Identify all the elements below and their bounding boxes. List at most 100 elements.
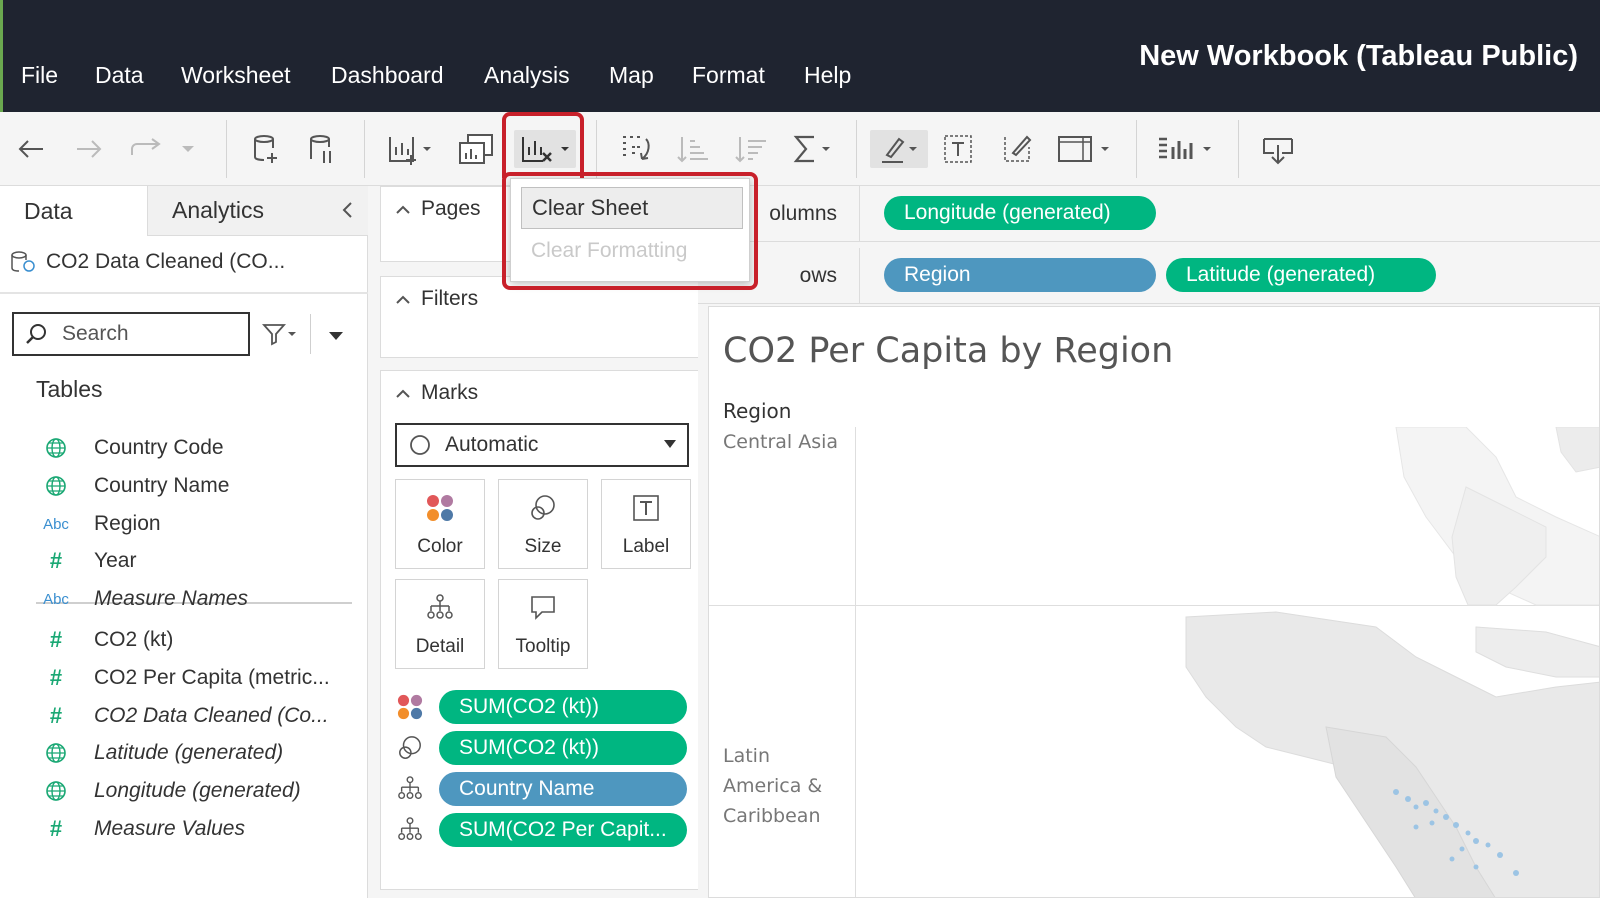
redo-button[interactable] [126, 130, 166, 168]
toolbar-separator [1136, 120, 1137, 178]
rows-shelf[interactable]: ows Region Latitude (generated) [698, 248, 1600, 304]
field-item[interactable]: # Year [36, 543, 356, 579]
field-item[interactable]: # CO2 (kt) [36, 622, 356, 658]
marks-label: Marks [421, 381, 479, 404]
back-button[interactable] [14, 130, 48, 168]
menu-file[interactable]: File [21, 62, 58, 89]
mark-field-row[interactable]: SUM(CO2 (kt)) [393, 730, 693, 766]
new-worksheet-button[interactable] [386, 130, 434, 168]
field-item[interactable]: Latitude (generated) [36, 735, 356, 771]
rows-pill-region[interactable]: Region [884, 258, 1156, 292]
menu-analysis[interactable]: Analysis [484, 62, 570, 89]
label-icon [633, 495, 659, 521]
mark-pill-detail-2[interactable]: SUM(CO2 Per Capit... [439, 813, 687, 847]
fit-view-button[interactable] [1054, 130, 1114, 168]
mark-type-select[interactable]: Automatic [395, 423, 689, 467]
detail-icon [398, 776, 422, 799]
duplicate-sheet-button[interactable] [456, 130, 496, 168]
size-button[interactable]: Size [498, 479, 588, 569]
map-view[interactable] [856, 427, 1600, 898]
field-item[interactable]: Country Name [36, 468, 356, 504]
field-item[interactable]: Abc Measure Names [36, 581, 356, 617]
mark-field-row[interactable]: SUM(CO2 Per Capit... [393, 812, 693, 848]
data-pane: Data Analytics CO2 Data Cleaned (CO... S… [0, 186, 368, 898]
toolbar-separator [1238, 120, 1239, 178]
history-dropdown-icon [182, 146, 194, 152]
abc-glyph: Abc [43, 590, 69, 608]
redo-icon [131, 138, 161, 155]
filter-fields-icon[interactable] [262, 322, 298, 346]
pages-header[interactable]: Pages [395, 197, 481, 221]
field-item[interactable]: Country Code [36, 430, 356, 466]
globe-icon [36, 437, 76, 459]
viz-title: CO2 Per Capita by Region [723, 331, 1174, 371]
field-name: Measure Values [94, 817, 245, 840]
chevron-down-icon [664, 440, 676, 448]
color-icon [397, 694, 423, 720]
show-me-icon [1159, 137, 1211, 159]
abc-glyph: Abc [43, 515, 69, 533]
field-item[interactable]: # CO2 Per Capita (metric... [36, 660, 356, 696]
field-item[interactable]: # Measure Values [36, 811, 356, 847]
tab-analytics[interactable]: Analytics [148, 186, 368, 236]
collapse-pane-icon[interactable] [340, 200, 354, 220]
sort-descending-button[interactable] [732, 130, 772, 168]
swap-rows-columns-button[interactable] [616, 130, 656, 168]
totals-button[interactable] [790, 130, 836, 168]
label-button[interactable]: Label [601, 479, 691, 569]
field-item[interactable]: Abc Region [36, 506, 356, 542]
filters-header[interactable]: Filters [395, 287, 478, 311]
mark-pill-detail[interactable]: Country Name [439, 772, 687, 806]
format-workbook-button[interactable] [998, 130, 1038, 168]
field-item[interactable]: Longitude (generated) [36, 773, 356, 809]
search-icon [26, 324, 46, 344]
back-icon [18, 140, 43, 158]
mark-pill-size[interactable]: SUM(CO2 (kt)) [439, 731, 687, 765]
tooltip-button[interactable]: Tooltip [498, 579, 588, 669]
color-icon [427, 495, 453, 521]
color-button[interactable]: Color [395, 479, 485, 569]
show-me-button[interactable] [1154, 130, 1218, 168]
rows-pill-latitude[interactable]: Latitude (generated) [1166, 258, 1436, 292]
show-labels-button[interactable] [940, 130, 976, 168]
columns-shelf[interactable]: olumns Longitude (generated) [698, 186, 1600, 242]
hash-icon: # [36, 665, 76, 691]
pause-updates-button[interactable] [304, 130, 340, 168]
hash-icon: # [36, 816, 76, 842]
new-worksheet-icon [389, 137, 431, 165]
menu-data[interactable]: Data [95, 62, 144, 89]
new-datasource-button[interactable] [248, 130, 284, 168]
history-dropdown[interactable] [178, 130, 198, 168]
forward-button[interactable] [72, 130, 106, 168]
menu-help[interactable]: Help [804, 62, 851, 89]
search-input[interactable]: Search [12, 312, 250, 356]
marks-header[interactable]: Marks [395, 381, 478, 405]
mark-field-row[interactable]: Country Name [393, 771, 693, 807]
menu-worksheet[interactable]: Worksheet [181, 62, 291, 89]
mark-pill-color[interactable]: SUM(CO2 (kt)) [439, 690, 687, 724]
filters-card[interactable]: Filters [380, 276, 700, 358]
tab-data[interactable]: Data [0, 186, 148, 236]
tables-heading: Tables [36, 376, 103, 402]
menu-dashboard[interactable]: Dashboard [331, 62, 444, 89]
menu-format[interactable]: Format [692, 62, 765, 89]
columns-pill-longitude[interactable]: Longitude (generated) [884, 196, 1156, 230]
clear-sheet-dropdown-button[interactable] [514, 130, 576, 168]
size-label: Size [524, 536, 562, 557]
worksheet-view[interactable]: CO2 Per Capita by Region Region Central … [708, 306, 1600, 898]
download-button[interactable] [1258, 130, 1298, 168]
datasource-item[interactable]: CO2 Data Cleaned (CO... [10, 242, 360, 282]
field-item[interactable]: # CO2 Data Cleaned (Co... [36, 698, 356, 734]
detail-button[interactable]: Detail [395, 579, 485, 669]
marks-card: Marks Automatic Color Size Label Detail … [380, 370, 700, 890]
row-label-latin-america[interactable]: Latin America & Caribbean [723, 741, 822, 831]
sort-ascending-button[interactable] [674, 130, 714, 168]
mark-field-row[interactable]: SUM(CO2 (kt)) [393, 689, 693, 725]
menu-map[interactable]: Map [609, 62, 654, 89]
menu-item-clear-sheet[interactable]: Clear Sheet [521, 187, 743, 229]
highlight-button[interactable] [870, 130, 928, 168]
row-label-central-asia[interactable]: Central Asia [723, 427, 838, 457]
fit-icon [1058, 136, 1109, 162]
menu-item-clear-formatting: Clear Formatting [531, 239, 688, 262]
pane-menu-icon[interactable] [328, 330, 344, 342]
